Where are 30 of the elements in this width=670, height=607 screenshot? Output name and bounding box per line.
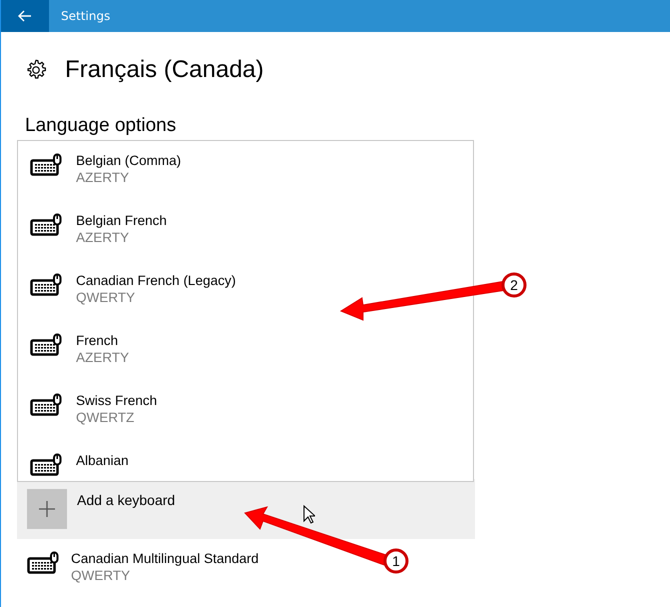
keyboard-layout: QWERTY [71, 568, 132, 583]
add-keyboard-button[interactable]: Add a keyboard [17, 478, 475, 539]
keyboard-icon [30, 273, 62, 297]
keyboard-option[interactable]: Canadian French (Legacy) [76, 273, 236, 288]
keyboard-item[interactable]: Canadian Multilingual Standard QWERTY [17, 538, 357, 599]
page-title: Français (Canada) [65, 56, 264, 84]
keyboard-icon [30, 453, 62, 477]
keyboard-option[interactable]: Albanian [76, 453, 129, 468]
plus-icon [38, 500, 56, 518]
keyboard-option[interactable]: Belgian (Comma) [76, 153, 182, 168]
back-arrow-icon [18, 10, 32, 22]
keyboard-option[interactable]: Swiss French [76, 393, 158, 408]
section-heading: Language options [25, 116, 178, 137]
keyboard-layout: QWERTY [76, 290, 136, 305]
keyboard-icon [30, 213, 62, 237]
keyboard-icon [27, 550, 59, 575]
settings-icon [25, 59, 47, 81]
keyboard-option[interactable]: French [76, 333, 130, 348]
keyboard-layout: AZERTY [76, 230, 130, 245]
mouse-cursor-icon [303, 504, 316, 524]
keyboard-option[interactable]: Belgian French [76, 213, 167, 228]
window-title: Settings [61, 9, 110, 23]
keyboard-icon [30, 393, 62, 417]
keyboard-name: Canadian Multilingual Standard [71, 550, 259, 566]
keyboard-layout: AZERTY [76, 170, 130, 185]
keyboard-icon [30, 153, 62, 177]
keyboard-layout: AZERTY [76, 350, 130, 365]
keyboard-icon [30, 333, 62, 357]
keyboard-layout: QWERTZ [76, 410, 136, 425]
back-button[interactable] [1, 0, 49, 32]
